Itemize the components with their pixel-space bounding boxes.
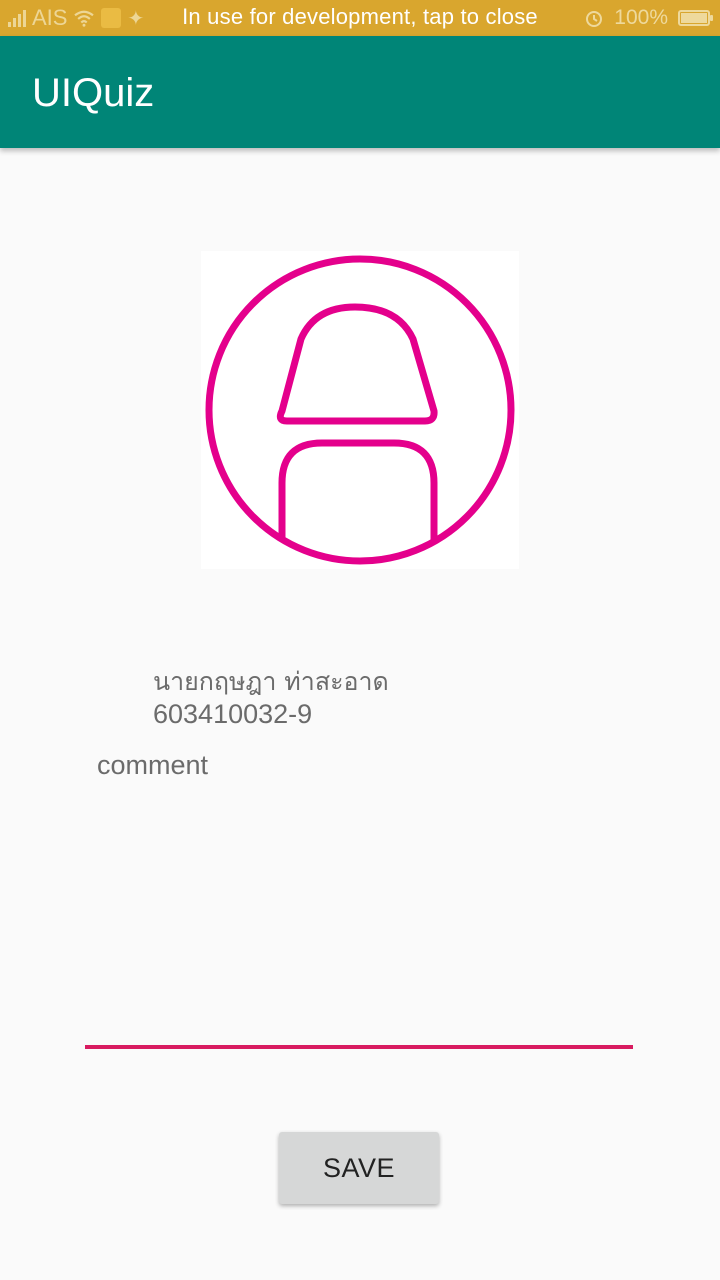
comment-input[interactable] — [85, 746, 633, 1046]
comment-field[interactable] — [85, 746, 633, 1050]
app-bar: UIQuiz — [0, 36, 720, 148]
avatar-image — [201, 251, 519, 569]
battery-icon — [678, 10, 713, 26]
save-button[interactable]: SAVE — [279, 1132, 439, 1204]
app-screen: AIS ✦ In use for development, tap to clo… — [0, 0, 720, 1280]
student-name: นายกฤษฎา ท่าสะอาด — [153, 667, 389, 696]
alarm-icon — [586, 11, 603, 27]
status-bar[interactable]: AIS ✦ In use for development, tap to clo… — [0, 0, 720, 36]
comment-underline — [85, 1045, 633, 1049]
student-id: 603410032-9 — [153, 699, 313, 729]
app-title: UIQuiz — [32, 71, 155, 115]
status-icons-right: 100% — [584, 5, 713, 31]
person-avatar-icon — [205, 255, 515, 565]
battery-percent: 100% — [614, 6, 668, 29]
